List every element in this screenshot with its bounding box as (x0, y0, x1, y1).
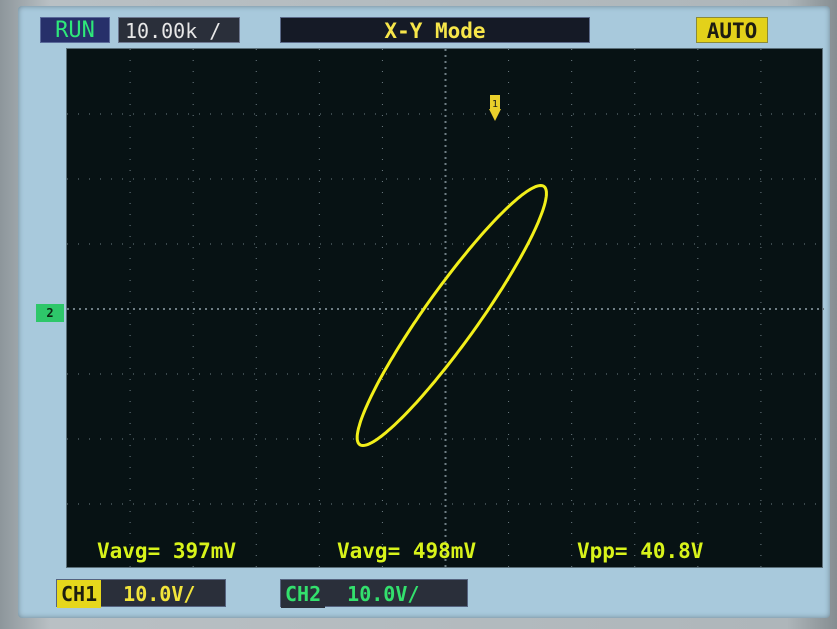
measurement-label: Vavg= (337, 539, 401, 563)
run-status[interactable]: RUN (40, 17, 110, 43)
grid (67, 49, 824, 569)
trigger-position-marker[interactable]: 1 (488, 94, 502, 122)
timebase-display[interactable]: 10.00k / (118, 17, 240, 43)
measurement-value: 40.8V (640, 539, 704, 563)
top-status-bar: RUN 10.00k / X-Y Mode AUTO (40, 12, 810, 43)
measurement-label: Vpp= (577, 539, 628, 563)
mode-title: X-Y Mode (280, 17, 590, 43)
channel2-position-marker[interactable]: 2 (36, 304, 64, 322)
trigger-marker-text: 1 (492, 99, 498, 110)
channel1-scale[interactable]: CH1 10.0V/ (56, 579, 226, 608)
measurement-ch2-vavg: Vavg= 498mV (337, 539, 476, 563)
waveform-plot (67, 49, 824, 569)
waveform-screen: 1 Vavg= 397mV Vavg= 498mV Vpp= 40.8V (66, 48, 824, 569)
channel-bar: CH1 10.0V/ CH2 10.0V/ (40, 574, 810, 612)
channel1-volts-div: 10.0V/ (123, 582, 196, 606)
measurement-value: 498mV (412, 539, 477, 563)
channel2-scale[interactable]: CH2 10.0V/ (280, 579, 468, 608)
measurement-vpp: Vpp= 40.8V (577, 539, 703, 563)
measurement-value: 397mV (172, 539, 237, 563)
channel2-label: CH2 (281, 580, 326, 608)
channel1-label: CH1 (57, 580, 102, 608)
measurement-ch1-vavg: Vavg= 397mV (97, 539, 236, 563)
lcd-display: RUN 10.00k / X-Y Mode AUTO 2 1 Vavg= 397… (18, 6, 830, 618)
channel2-volts-div: 10.0V/ (347, 582, 420, 606)
measurement-label: Vavg= (97, 539, 161, 563)
trigger-mode-button[interactable]: AUTO (696, 17, 768, 43)
trigger-arrow-icon: 1 (489, 95, 501, 121)
xy-trace (355, 184, 548, 447)
